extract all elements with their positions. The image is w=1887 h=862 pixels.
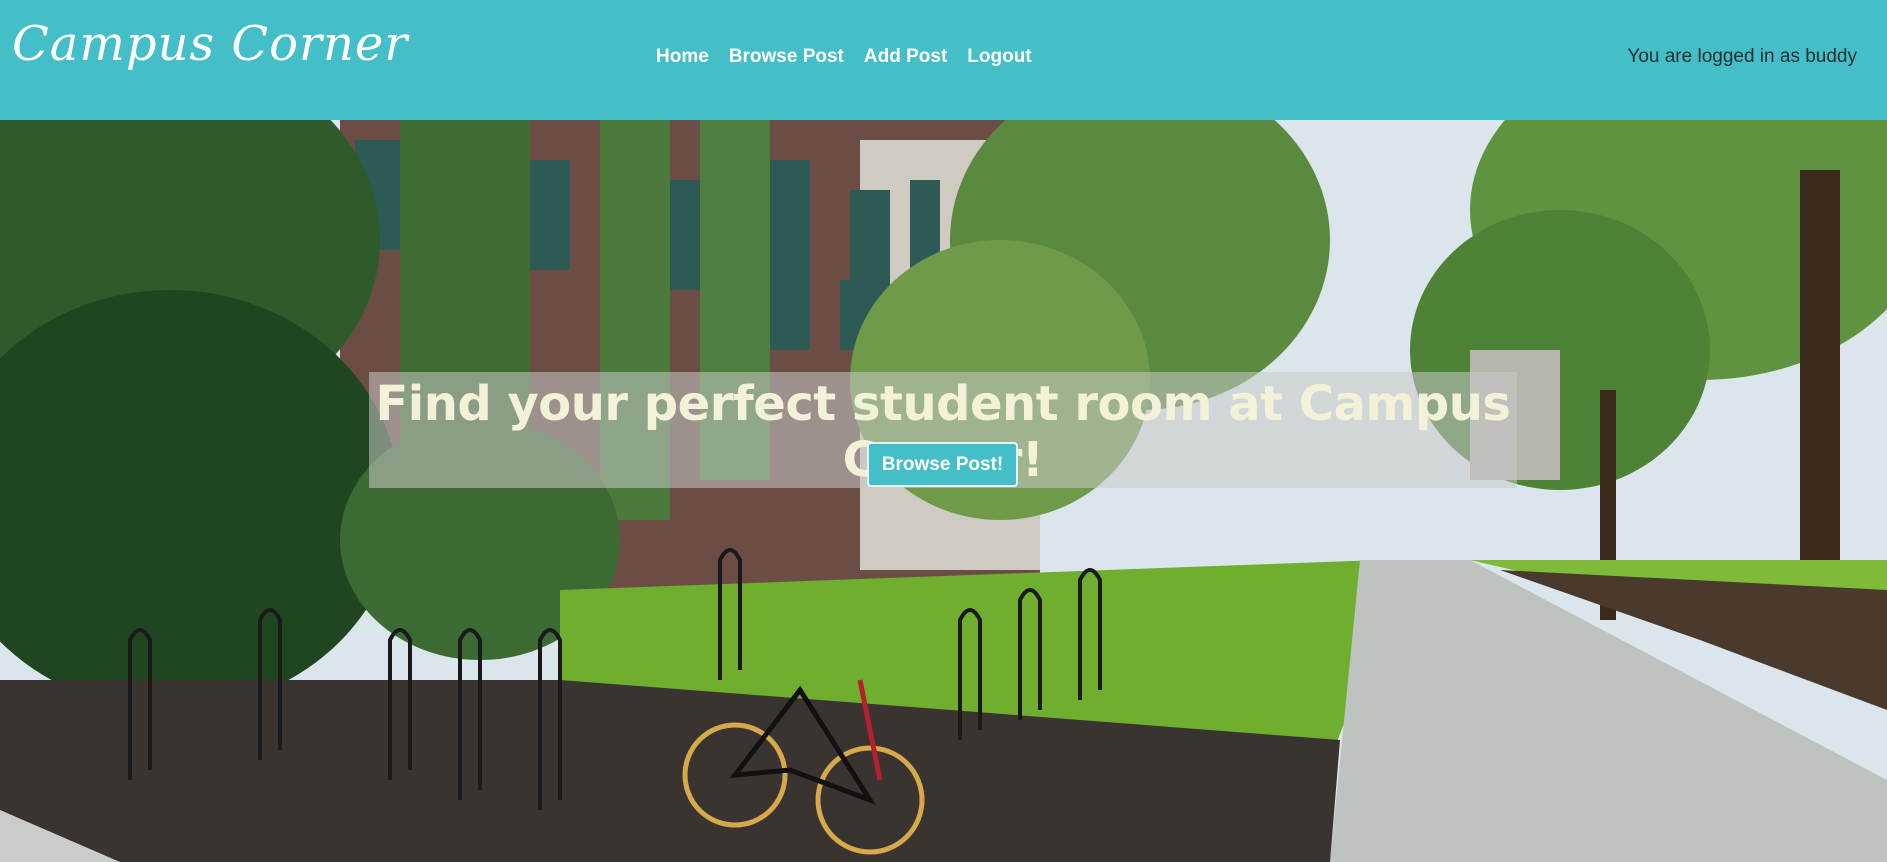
nav-link-browse-post[interactable]: Browse Post — [729, 46, 844, 68]
campus-photo-image — [0, 120, 1887, 862]
hero-overlay: Find your perfect student room at Campus… — [369, 372, 1517, 488]
hero-section: Find your perfect student room at Campus… — [0, 120, 1887, 862]
top-navbar: Campus Corner Home Browse Post Add Post … — [0, 0, 1887, 120]
brand-logo[interactable]: Campus Corner — [12, 20, 408, 68]
nav-link-home[interactable]: Home — [656, 46, 709, 68]
nav-link-logout[interactable]: Logout — [967, 46, 1031, 68]
nav-link-add-post[interactable]: Add Post — [864, 46, 947, 68]
browse-post-button[interactable]: Browse Post! — [867, 442, 1018, 487]
main-nav: Home Browse Post Add Post Logout — [656, 46, 1032, 68]
login-status-text: You are logged in as buddy — [1627, 46, 1857, 67]
